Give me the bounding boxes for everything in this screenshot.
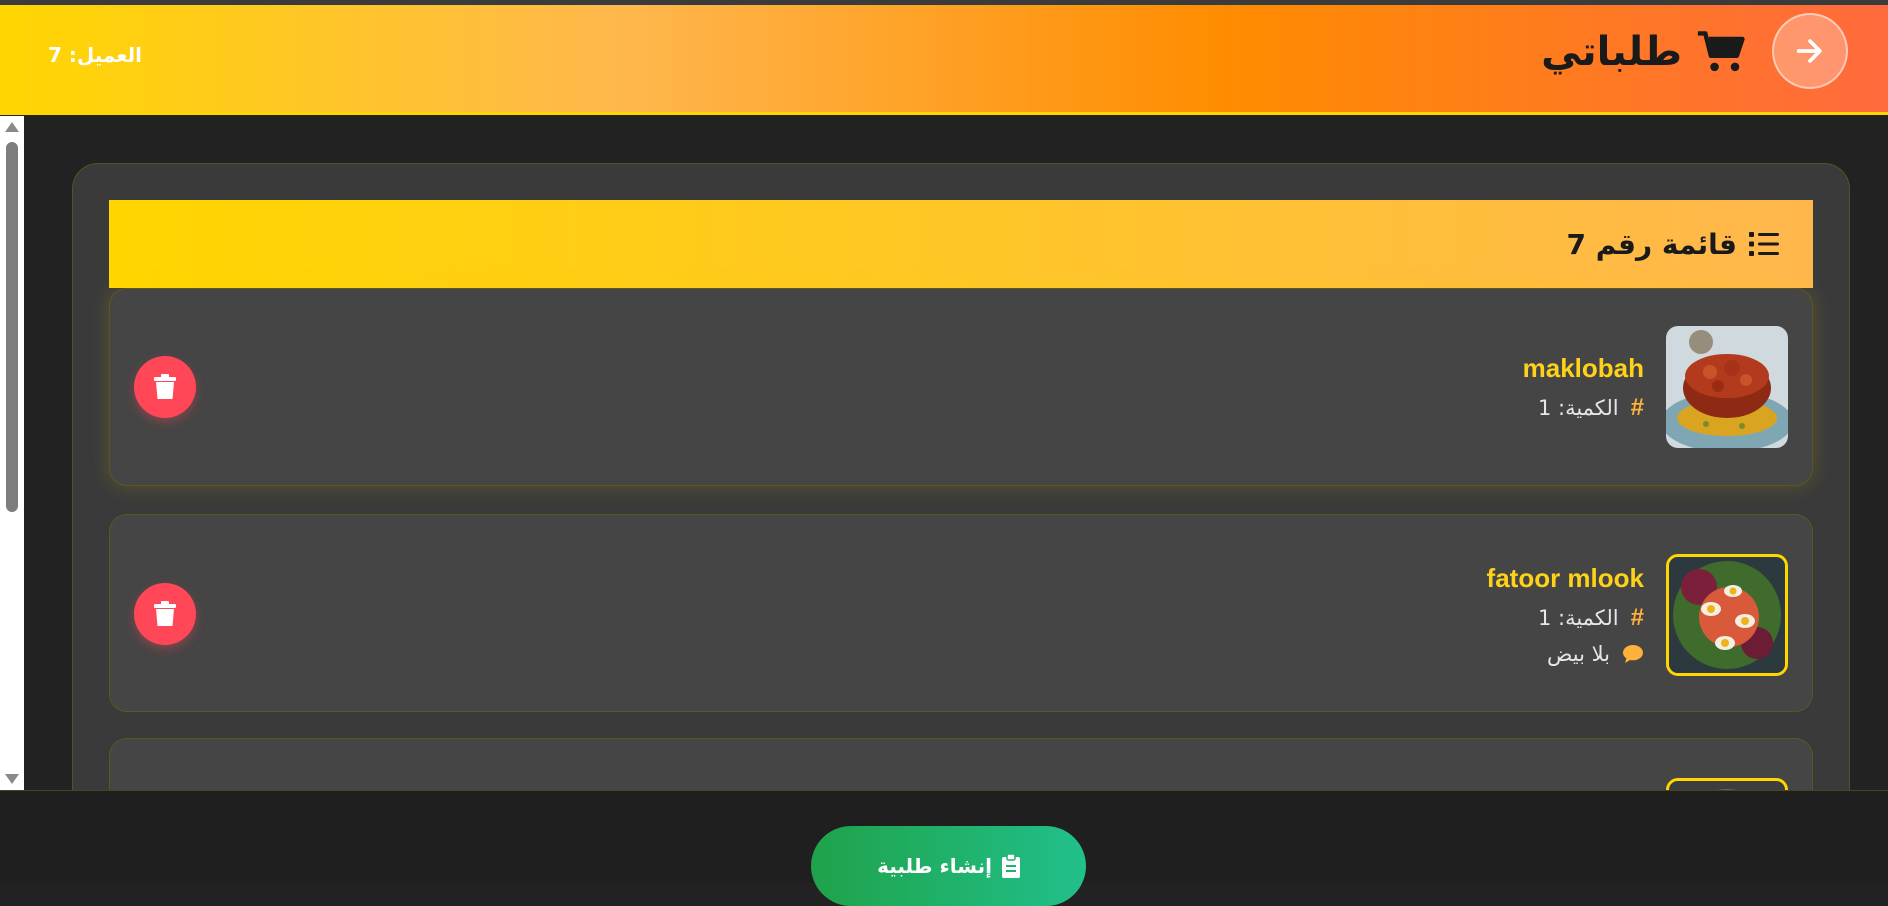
item-quantity: الكمية: 1 [1537,606,1619,630]
hash-icon: # [1630,394,1644,421]
vertical-scrollbar[interactable] [0,116,24,790]
item-info: fatoor mlook # الكمية: 1 بلا بيض [1487,563,1644,666]
hash-icon: # [1630,604,1644,631]
bottom-bar: إنشاء طلبية [0,790,1888,906]
delete-item-button[interactable] [134,356,196,418]
back-button[interactable] [1772,13,1848,89]
arrow-right-icon [1796,39,1822,63]
customer-label: العميل: 7 [48,43,142,67]
order-list-panel: قائمة رقم 7 maklobah # الكمية: 1 fatoor … [72,163,1850,790]
app-brand: طلباتي [1541,23,1748,81]
list-header: قائمة رقم 7 [109,200,1813,288]
cart-icon [1697,31,1745,72]
item-note: بلا بيض [1547,642,1610,666]
food-image [1666,554,1788,676]
scroll-down-arrow-icon[interactable] [5,774,19,784]
app-header: طلباتي العميل: 7 [0,5,1888,115]
item-name: maklobah [1522,353,1644,383]
create-order-label: إنشاء طلبية [877,854,992,878]
item-name: fatoor mlook [1486,563,1644,593]
trash-icon [154,601,176,626]
list-title: قائمة رقم 7 [1566,227,1737,261]
comment-icon [1623,645,1643,663]
order-item [109,738,1813,790]
item-info: maklobah # الكمية: 1 [1523,353,1644,422]
scrollbar-thumb[interactable] [6,142,18,512]
quantity-row: # الكمية: 1 [1538,394,1644,422]
order-item: fatoor mlook # الكمية: 1 بلا بيض [109,514,1813,712]
clipboard-icon [1001,854,1020,878]
item-quantity: الكمية: 1 [1537,396,1619,420]
delete-item-button[interactable] [134,583,196,645]
create-order-button[interactable]: إنشاء طلبية [811,826,1086,906]
content-viewport[interactable]: قائمة رقم 7 maklobah # الكمية: 1 fatoor … [0,116,1888,790]
app-title: طلباتي [1541,29,1682,75]
list-icon [1749,232,1779,256]
trash-icon [154,374,176,399]
quantity-row: # الكمية: 1 [1538,604,1644,632]
order-item: maklobah # الكمية: 1 [109,288,1813,486]
food-image [1666,326,1788,448]
food-image [1666,778,1788,790]
scroll-up-arrow-icon[interactable] [5,122,19,132]
note-row: بلا بيض [1547,642,1644,666]
